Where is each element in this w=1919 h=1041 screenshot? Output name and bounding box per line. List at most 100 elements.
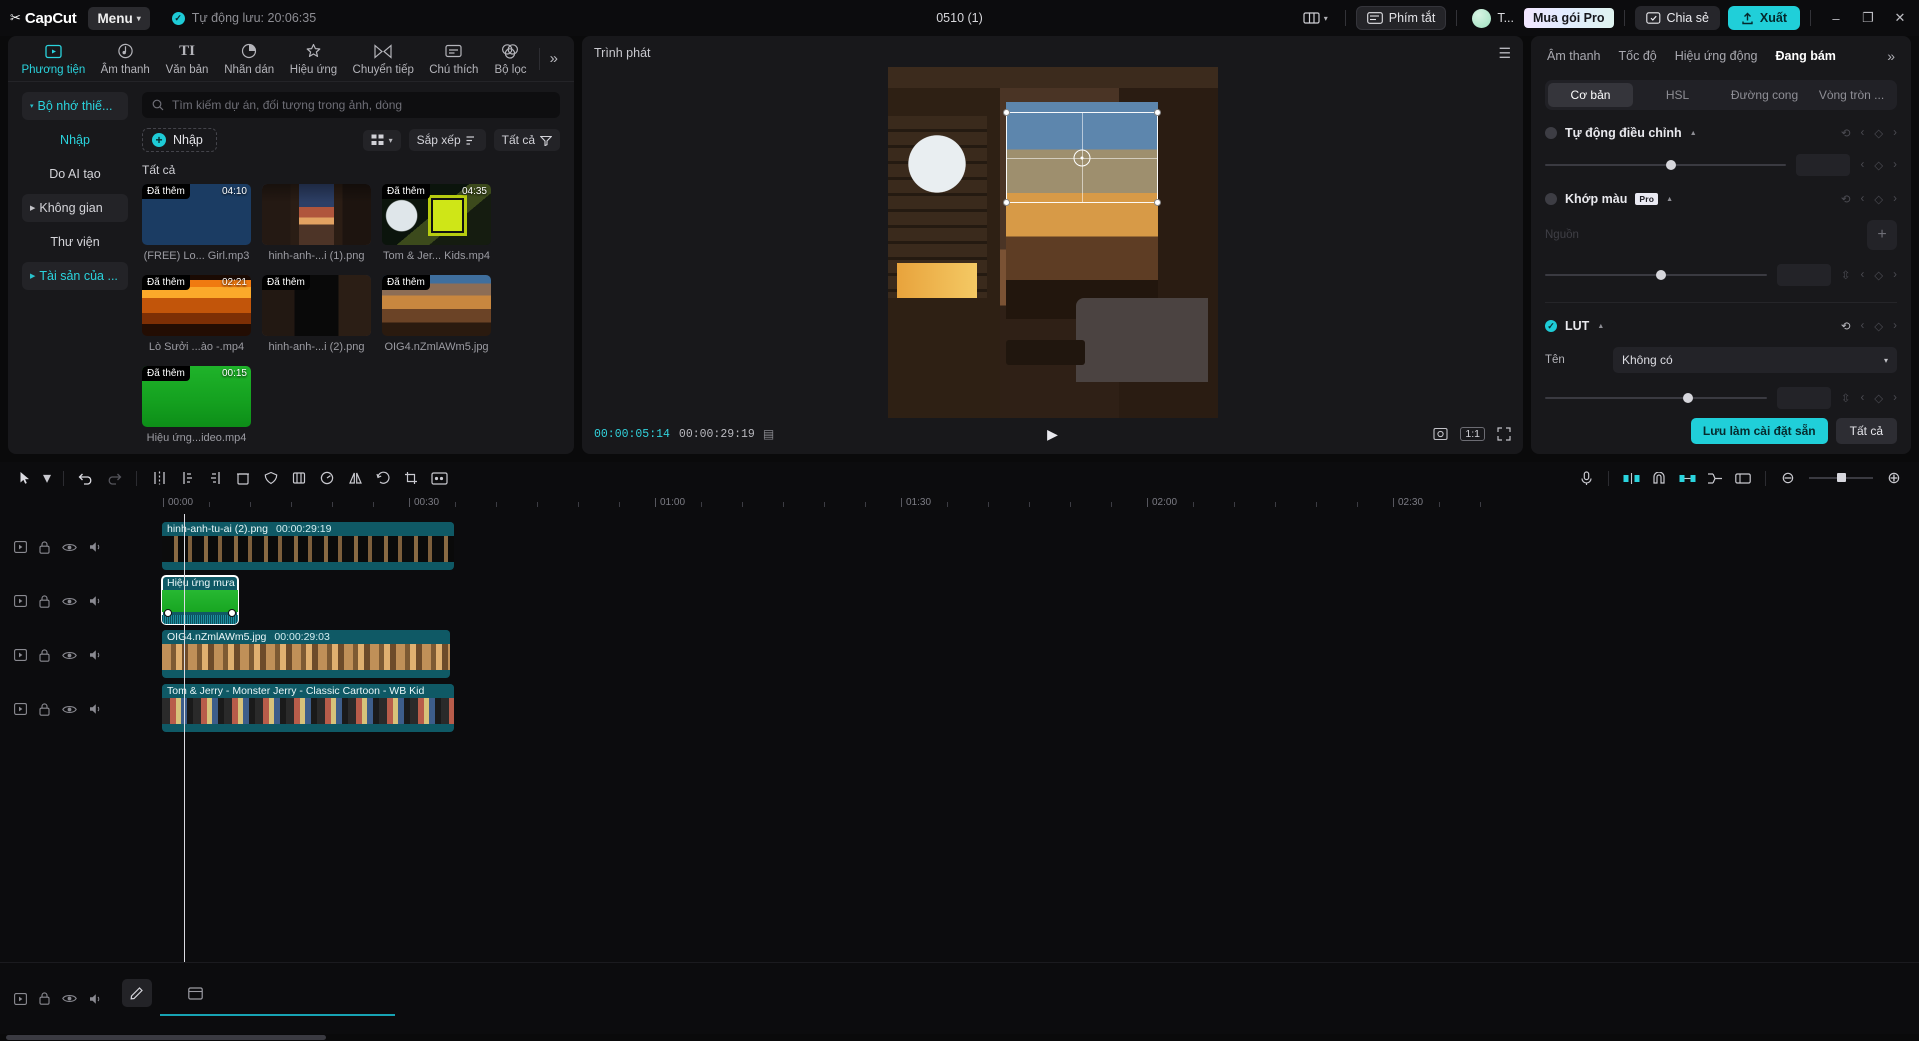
aspect-ratio-button[interactable]: 1:1 [1460, 427, 1485, 441]
delete-icon[interactable] [230, 466, 256, 490]
select-tool-icon[interactable] [12, 466, 38, 490]
keyframe-icon[interactable] [426, 466, 452, 490]
resize-handle-bottom-right[interactable] [1154, 199, 1162, 207]
sort-button[interactable]: Sắp xếp [408, 129, 486, 151]
keyframe-next-icon[interactable]: › [1893, 269, 1897, 281]
lut-checkbox[interactable]: ✓ [1545, 320, 1557, 332]
auto-adjust-value[interactable] [1796, 154, 1851, 176]
tab-audio[interactable]: Âm thanh [1547, 49, 1601, 63]
more-properties-button[interactable]: » [1887, 48, 1895, 64]
freeze-icon[interactable] [286, 466, 312, 490]
selection-box[interactable] [1003, 109, 1162, 207]
volume-icon[interactable] [89, 703, 103, 715]
horizontal-scrollbar[interactable] [0, 1034, 1919, 1041]
timeline-clip[interactable]: OIG4.nZmlAWm5.jpg 00:00:29:03 [162, 630, 450, 678]
minimize-button[interactable]: – [1821, 4, 1851, 32]
menu-button[interactable]: Menu ▾ [88, 6, 150, 30]
sidebar-item-space[interactable]: ▶ Không gian [22, 194, 128, 222]
trim-handle-right[interactable] [228, 609, 236, 617]
shortcuts-button[interactable]: Phím tắt [1355, 6, 1447, 30]
volume-icon[interactable] [89, 541, 103, 553]
tab-sticker[interactable]: Nhãn dán [216, 39, 281, 79]
keyframe-prev-icon[interactable]: ‹ [1860, 269, 1864, 281]
reset-icon[interactable]: ⟲ [1841, 319, 1851, 333]
save-preset-button[interactable]: Lưu làm cài đặt sẵn [1690, 418, 1828, 444]
undo-icon[interactable] [73, 466, 99, 490]
color-match-intensity-slider[interactable] [1545, 268, 1767, 282]
keyframe-next-icon[interactable]: › [1893, 159, 1897, 171]
slider-knob[interactable] [1682, 393, 1693, 403]
subtab-curves[interactable]: Đường cong [1722, 83, 1807, 107]
keyframe-icon[interactable]: ◇ [1874, 391, 1883, 405]
lock-icon[interactable] [39, 702, 50, 716]
volume-icon[interactable] [89, 649, 103, 661]
list-button[interactable] [180, 979, 210, 1007]
share-button[interactable]: Chia sẻ [1634, 6, 1720, 30]
keyframe-next-icon[interactable]: › [1893, 193, 1897, 205]
search-input[interactable]: Tìm kiếm dự án, đối tượng trong ảnh, dòn… [142, 92, 560, 118]
keyframe-next-icon[interactable]: › [1893, 392, 1897, 404]
tab-tracking[interactable]: Đang bám [1775, 49, 1835, 63]
magnet-icon[interactable] [1646, 466, 1672, 490]
timeline-clip[interactable]: Tom & Jerry - Monster Jerry - Classic Ca… [162, 684, 454, 732]
media-card[interactable]: Đã thêm 04:35 Tom & Jer... Kids.mp4 [382, 184, 491, 262]
subtab-hsl[interactable]: HSL [1635, 83, 1720, 107]
keyframe-prev-icon[interactable]: ‹ [1860, 320, 1864, 332]
lut-select[interactable]: Không có ▾ [1613, 347, 1897, 373]
keyframe-prev-icon[interactable]: ‹ [1860, 193, 1864, 205]
filter-button[interactable]: Tất cả [493, 129, 560, 151]
crop-icon[interactable] [398, 466, 424, 490]
subtab-color-wheel[interactable]: Vòng tròn ... [1809, 83, 1894, 107]
slider-knob[interactable] [1665, 160, 1676, 170]
media-card[interactable]: hinh-anh-...i (1).png [262, 184, 371, 262]
chevron-up-icon[interactable]: ▲ [1690, 130, 1697, 137]
tab-speed[interactable]: Tốc độ [1619, 49, 1657, 63]
player-menu-icon[interactable]: ☰ [1498, 45, 1511, 62]
stepper-icon[interactable]: ⇳ [1841, 391, 1851, 405]
keyframe-prev-icon[interactable]: ‹ [1860, 127, 1864, 139]
keyframe-next-icon[interactable]: › [1893, 127, 1897, 139]
media-card[interactable]: Đã thêm 00:15 Hiệu ứng...ideo.mp4 [142, 366, 251, 444]
lock-icon[interactable] [39, 594, 50, 608]
reset-icon[interactable]: ⟲ [1841, 192, 1851, 206]
timeline-clip[interactable]: hinh-anh-tu-ai (2).png 00:00:29:19 [162, 522, 454, 570]
frame-list-icon[interactable]: ▤ [763, 427, 774, 441]
rotate-handle[interactable] [1073, 149, 1091, 167]
eye-icon[interactable] [62, 704, 77, 715]
zoom-in-icon[interactable]: ⊕ [1881, 466, 1907, 490]
timeline-clip[interactable]: Hiệu ứng mưa r [161, 575, 239, 625]
track-icon[interactable] [14, 703, 27, 715]
keyframe-icon[interactable]: ◇ [1874, 192, 1883, 206]
sidebar-item-local-storage[interactable]: ▾ Bộ nhớ thiế... [22, 92, 128, 120]
trim-right-icon[interactable] [202, 466, 228, 490]
sidebar-item-library[interactable]: Thư viện [22, 228, 128, 256]
zoom-knob[interactable] [1837, 473, 1846, 482]
resize-handle-top-left[interactable] [1003, 109, 1011, 117]
tool-dropdown-icon[interactable]: ▾ [40, 466, 54, 490]
tab-audio[interactable]: Âm thanh [93, 39, 158, 79]
crop-button[interactable] [1433, 427, 1448, 441]
stepper-icon[interactable]: ⇳ [1841, 268, 1851, 282]
mask-icon[interactable] [258, 466, 284, 490]
resize-handle-top-right[interactable] [1154, 109, 1162, 117]
reset-all-button[interactable]: Tất cả [1835, 418, 1897, 444]
ruler-area[interactable]: 00:00 00:30 01:00 01:30 02:00 02:30 [122, 494, 1919, 514]
view-mode-button[interactable]: ▾ [362, 129, 401, 151]
eye-icon[interactable] [62, 596, 77, 607]
tab-caption[interactable]: Chú thích [421, 39, 486, 79]
volume-icon[interactable] [89, 595, 103, 607]
media-card[interactable]: Đã thêm 02:21 Lò Sưởi ...ào -.mp4 [142, 275, 251, 353]
track-icon[interactable] [14, 541, 27, 553]
slider-knob[interactable] [1655, 270, 1666, 280]
media-card[interactable]: Đã thêm 04:10 (FREE) Lo... Girl.mp3 [142, 184, 251, 262]
lut-intensity-value[interactable] [1776, 387, 1831, 409]
adsorb-icon[interactable] [1618, 466, 1644, 490]
user-account[interactable]: T... [1467, 6, 1519, 31]
reset-icon[interactable]: ⟲ [1841, 126, 1851, 140]
track-icon[interactable] [14, 595, 27, 607]
more-tabs-button[interactable]: » [540, 50, 568, 67]
import-button[interactable]: + Nhập [142, 128, 217, 152]
mic-icon[interactable] [1573, 466, 1599, 490]
tab-transition[interactable]: Chuyển tiếp [345, 39, 421, 79]
chevron-up-icon[interactable]: ▲ [1597, 323, 1604, 330]
